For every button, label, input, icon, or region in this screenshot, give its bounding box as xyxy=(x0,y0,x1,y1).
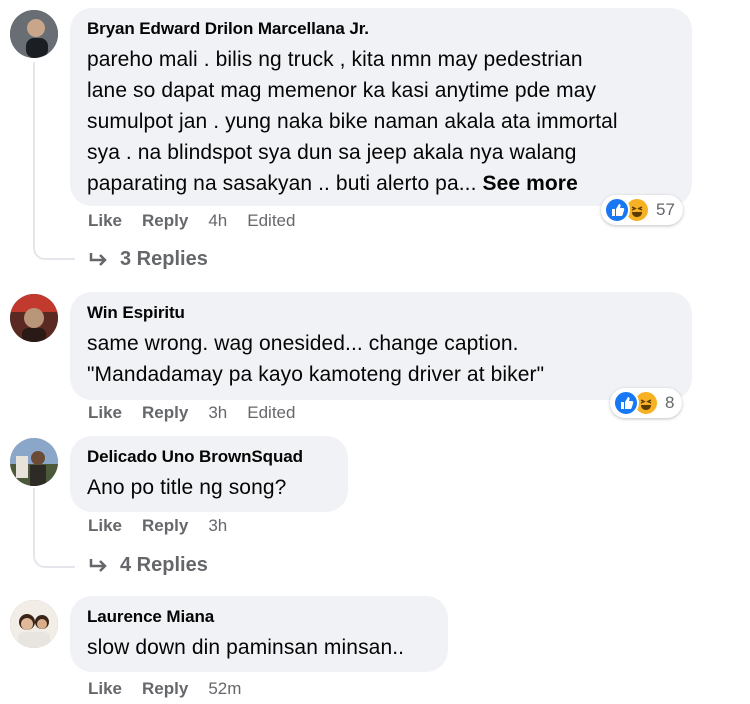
reaction-count: 57 xyxy=(656,200,675,219)
comment-line: same wrong. wag onesided... change capti… xyxy=(87,332,519,355)
comment-text: Ano po title ng song? xyxy=(87,472,332,503)
comment-author[interactable]: Delicado Uno BrownSquad xyxy=(87,446,332,468)
thread-line xyxy=(33,488,35,542)
thread-connector xyxy=(33,542,75,568)
comment-actions: Like Reply 52m xyxy=(88,678,261,700)
reply-button[interactable]: Reply xyxy=(142,403,188,422)
view-replies-link[interactable]: 4 Replies xyxy=(88,554,208,577)
comment-line: "Mandadamay pa kayo kamoteng driver at b… xyxy=(87,363,545,386)
edited-label[interactable]: Edited xyxy=(247,403,295,422)
comment-author[interactable]: Laurence Miana xyxy=(87,606,432,628)
reply-button[interactable]: Reply xyxy=(142,211,188,230)
comment-line: slow down din paminsan minsan.. xyxy=(87,636,405,659)
like-button[interactable]: Like xyxy=(88,679,122,698)
comment-line: sya . na blindspot sya dun sa jeep akala… xyxy=(87,141,577,164)
comment-timestamp[interactable]: 3h xyxy=(208,516,227,535)
avatar[interactable] xyxy=(10,600,58,648)
comment-bubble: Delicado Uno BrownSquad Ano po title ng … xyxy=(70,436,348,512)
comment-line: paparating na sasakyan .. buti alerto pa… xyxy=(87,172,477,195)
reaction-count: 8 xyxy=(665,393,675,412)
replies-count: 4 Replies xyxy=(120,554,208,576)
comment-actions: Like Reply 4h Edited xyxy=(88,210,315,232)
thread-line xyxy=(33,62,35,234)
comment-bubble: Laurence Miana slow down din paminsan mi… xyxy=(70,596,448,672)
comment-timestamp[interactable]: 3h xyxy=(208,403,227,422)
reply-arrow-icon xyxy=(89,558,107,572)
comment-author[interactable]: Bryan Edward Drilon Marcellana Jr. xyxy=(87,18,676,40)
comment-line: Ano po title ng song? xyxy=(87,476,287,499)
comment-actions: Like Reply 3h xyxy=(88,515,247,537)
like-button[interactable]: Like xyxy=(88,516,122,535)
avatar-image xyxy=(10,10,58,58)
reply-arrow-icon xyxy=(89,252,107,266)
avatar-image xyxy=(10,438,58,486)
avatar-image xyxy=(10,294,58,342)
reply-button[interactable]: Reply xyxy=(142,679,188,698)
view-replies-link[interactable]: 3 Replies xyxy=(88,248,208,271)
comment-line: pareho mali . bilis ng truck , kita nmn … xyxy=(87,48,583,71)
comment-timestamp[interactable]: 4h xyxy=(208,211,227,230)
like-button[interactable]: Like xyxy=(88,211,122,230)
comment-text: same wrong. wag onesided... change capti… xyxy=(87,328,676,390)
reaction-summary[interactable]: 8 xyxy=(610,388,683,418)
comment-line: sumulpot jan . yung naka bike naman akal… xyxy=(87,110,618,133)
comment-text: pareho mali . bilis ng truck , kita nmn … xyxy=(87,44,676,199)
avatar-image xyxy=(10,600,58,648)
comment-line-last: paparating na sasakyan .. buti alerto pa… xyxy=(87,168,676,199)
reply-button[interactable]: Reply xyxy=(142,516,188,535)
avatar[interactable] xyxy=(10,294,58,342)
comment-actions: Like Reply 3h Edited xyxy=(88,402,315,424)
like-button[interactable]: Like xyxy=(88,403,122,422)
comment-timestamp[interactable]: 52m xyxy=(208,679,241,698)
avatar[interactable] xyxy=(10,10,58,58)
reaction-summary[interactable]: 57 xyxy=(601,195,683,225)
thread-connector xyxy=(33,234,75,260)
comment-line: lane so dapat mag memenor ka kasi anytim… xyxy=(87,79,597,102)
comment-text: slow down din paminsan minsan.. xyxy=(87,632,432,663)
avatar[interactable] xyxy=(10,438,58,486)
comment-bubble: Bryan Edward Drilon Marcellana Jr. pareh… xyxy=(70,8,692,206)
comment-author[interactable]: Win Espiritu xyxy=(87,302,676,324)
edited-label[interactable]: Edited xyxy=(247,211,295,230)
thumbs-up-icon xyxy=(604,197,630,223)
see-more-link[interactable]: See more xyxy=(483,172,578,195)
comment-bubble: Win Espiritu same wrong. wag onesided...… xyxy=(70,292,692,400)
replies-count: 3 Replies xyxy=(120,248,208,270)
thumbs-up-icon xyxy=(613,390,639,416)
